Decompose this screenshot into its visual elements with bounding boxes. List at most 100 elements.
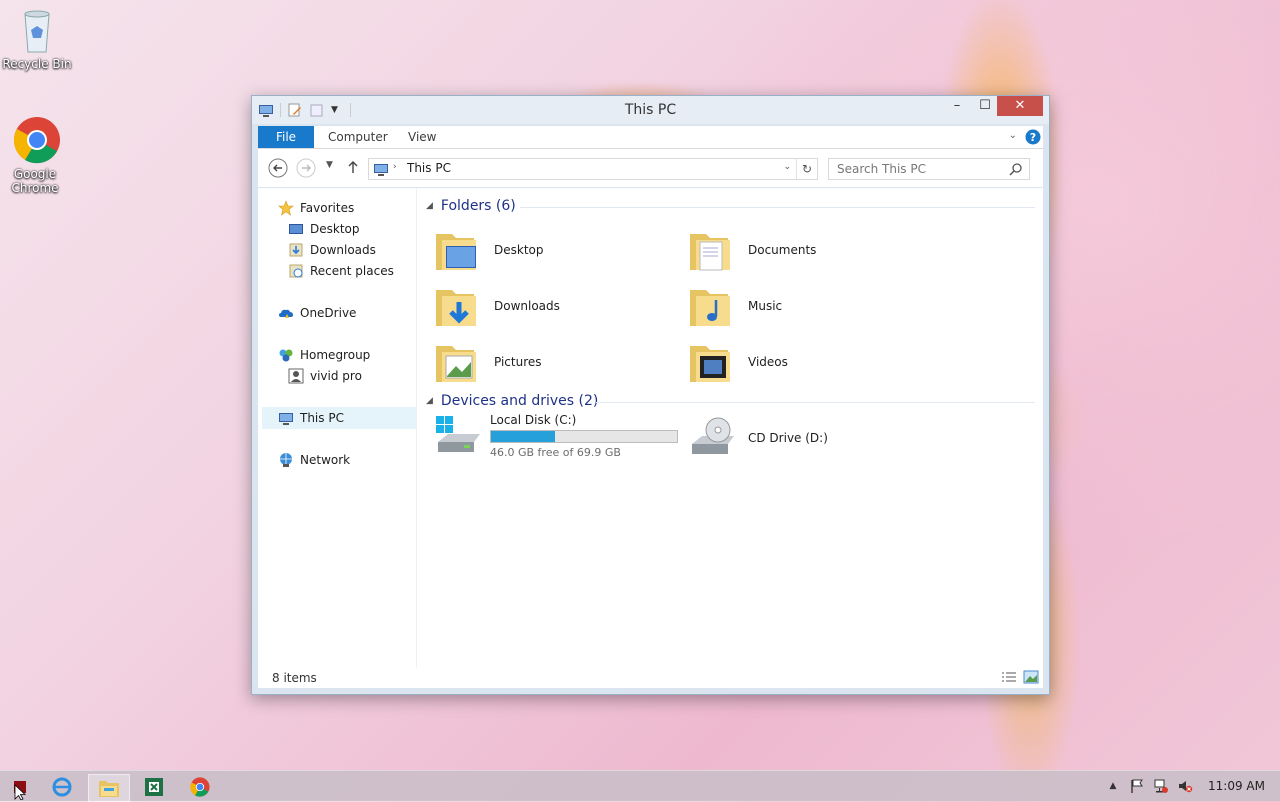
- ribbon-tabs: File Computer View ⌄ ?: [258, 126, 1043, 149]
- drive-local-disk[interactable]: Local Disk (C:) 46.0 GB free of 69.9 GB: [434, 410, 684, 462]
- content-area: Favorites Desktop Downloads Recent place…: [258, 188, 1043, 668]
- folder-desktop[interactable]: Desktop: [434, 224, 684, 276]
- drive-name: Local Disk (C:): [490, 413, 577, 427]
- status-bar: 8 items: [258, 668, 1043, 688]
- show-hidden-icons-icon[interactable]: ▲: [1104, 777, 1122, 795]
- nav-label: Homegroup: [300, 348, 371, 362]
- music-folder-icon: [690, 290, 730, 326]
- folder-music[interactable]: Music: [688, 280, 938, 332]
- breadcrumb-this-pc[interactable]: This PC: [407, 161, 451, 175]
- videos-folder-icon: [690, 346, 730, 382]
- mouse-cursor-icon: [14, 784, 26, 800]
- address-dropdown-icon[interactable]: ⌄: [783, 162, 791, 172]
- nav-desktop[interactable]: Desktop: [288, 219, 360, 239]
- large-icons-view-icon[interactable]: [1023, 670, 1039, 684]
- tab-file[interactable]: File: [258, 126, 314, 148]
- file-explorer-icon: [99, 781, 119, 797]
- forward-icon[interactable]: [296, 158, 316, 178]
- item-count: 8 items: [272, 671, 317, 685]
- up-icon[interactable]: [346, 159, 360, 175]
- star-icon: [278, 200, 294, 216]
- title-bar[interactable]: ▼ This PC – ☐ ✕: [252, 96, 1049, 124]
- nav-this-pc[interactable]: This PC: [278, 408, 344, 428]
- internet-explorer-icon: [52, 777, 72, 797]
- folders-group-header[interactable]: ◢ Folders (6): [426, 198, 516, 214]
- cd-drive-icon: [692, 417, 734, 454]
- nav-user[interactable]: vivid pro: [288, 366, 362, 386]
- recent-locations-icon[interactable]: ▼: [326, 160, 333, 170]
- taskbar-chrome[interactable]: [180, 774, 220, 800]
- collapse-icon: ◢: [426, 201, 433, 211]
- recycle-bin-label: Recycle Bin: [2, 57, 72, 71]
- nav-favorites[interactable]: Favorites: [278, 198, 354, 218]
- folder-label: Music: [748, 299, 783, 313]
- nav-homegroup[interactable]: Homegroup: [278, 345, 370, 365]
- help-icon[interactable]: ?: [1025, 129, 1041, 145]
- maximize-button[interactable]: ☐: [975, 96, 995, 116]
- group-divider: [520, 207, 1035, 208]
- address-bar[interactable]: › This PC ⌄ ↻: [368, 158, 818, 180]
- nav-onedrive[interactable]: OneDrive: [278, 303, 356, 323]
- taskbar-clock[interactable]: 11:09 AM: [1208, 779, 1265, 793]
- folder-videos[interactable]: Videos: [688, 336, 938, 388]
- search-icon[interactable]: [1009, 162, 1023, 176]
- trash-icon: [24, 10, 50, 53]
- desktop-folder-icon: [436, 234, 476, 270]
- navigation-bar: ▼ › This PC ⌄ ↻ Search This PC: [258, 149, 1043, 187]
- desktop-icon: [289, 224, 303, 234]
- folder-downloads[interactable]: Downloads: [434, 280, 684, 332]
- drive-usage-bar: [490, 430, 678, 443]
- taskbar-excel[interactable]: [134, 774, 174, 800]
- taskbar-file-explorer[interactable]: [88, 774, 130, 802]
- nav-label: vivid pro: [310, 369, 362, 383]
- nav-label: Network: [300, 453, 351, 467]
- details-view-icon[interactable]: [1001, 671, 1017, 685]
- network-icon: [280, 453, 292, 467]
- explorer-window: ▼ This PC – ☐ ✕ File Computer View ⌄ ? ▼…: [251, 95, 1050, 695]
- devices-group-header[interactable]: ◢ Devices and drives (2): [426, 393, 598, 409]
- volume-muted-icon[interactable]: [1176, 777, 1194, 795]
- nav-recent-places[interactable]: Recent places: [288, 261, 394, 281]
- back-icon[interactable]: [268, 158, 288, 178]
- nav-network[interactable]: Network: [278, 450, 350, 470]
- breadcrumb-chevron-icon[interactable]: ›: [393, 162, 397, 172]
- tab-view[interactable]: View: [408, 126, 436, 148]
- folder-pictures[interactable]: Pictures: [434, 336, 684, 388]
- computer-icon: [279, 413, 293, 425]
- folder-label: Videos: [748, 355, 788, 369]
- user-icon: [288, 368, 304, 384]
- nav-label: Favorites: [300, 201, 355, 215]
- svg-text:?: ?: [1030, 131, 1036, 144]
- nav-label: Desktop: [310, 222, 360, 236]
- expand-ribbon-icon[interactable]: ⌄: [1009, 130, 1017, 141]
- google-chrome-shortcut[interactable]: Google Chrome: [2, 116, 72, 195]
- recent-places-icon: [289, 264, 303, 278]
- minimize-button[interactable]: –: [947, 96, 967, 116]
- close-button[interactable]: ✕: [997, 96, 1043, 116]
- folders-header-label: Folders (6): [440, 198, 516, 214]
- refresh-icon[interactable]: ↻: [796, 159, 817, 179]
- recycle-bin-icon[interactable]: Recycle Bin: [2, 6, 72, 71]
- drive-free-space: 46.0 GB free of 69.9 GB: [490, 446, 621, 459]
- downloads-icon: [289, 243, 303, 257]
- nav-label: OneDrive: [300, 306, 357, 320]
- tab-computer[interactable]: Computer: [328, 126, 388, 148]
- folder-label: Downloads: [494, 299, 560, 313]
- drive-name: CD Drive (D:): [748, 431, 828, 445]
- search-box[interactable]: Search This PC: [828, 158, 1030, 180]
- action-center-flag-icon[interactable]: [1128, 777, 1146, 795]
- downloads-folder-icon: [436, 290, 476, 326]
- taskbar-internet-explorer[interactable]: [42, 774, 82, 800]
- drive-usage-fill: [491, 431, 555, 442]
- homegroup-icon: [279, 349, 293, 362]
- this-pc-address-icon: [374, 164, 388, 176]
- network-status-icon[interactable]: [1152, 777, 1170, 795]
- nav-label: Recent places: [310, 264, 394, 278]
- folder-documents[interactable]: Documents: [688, 224, 938, 276]
- nav-downloads[interactable]: Downloads: [288, 240, 376, 260]
- hard-drive-icon: [436, 416, 480, 452]
- drive-cd[interactable]: CD Drive (D:): [688, 412, 938, 464]
- folder-label: Pictures: [494, 355, 542, 369]
- navigation-pane: Favorites Desktop Downloads Recent place…: [258, 188, 417, 668]
- devices-header-label: Devices and drives (2): [440, 393, 599, 409]
